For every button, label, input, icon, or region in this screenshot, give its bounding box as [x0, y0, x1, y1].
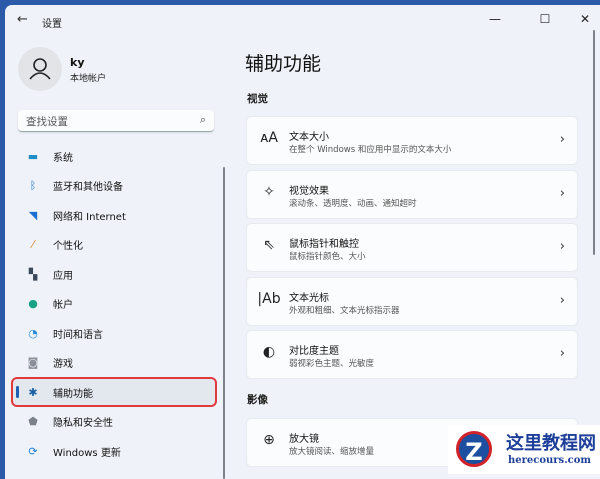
card-title: 鼠标指针和触控	[289, 239, 359, 250]
monitor-icon: ▬	[27, 149, 39, 163]
sidebar-scrollbar[interactable]	[223, 167, 225, 479]
selected-indicator	[16, 386, 19, 398]
sidebar-item-label: 应用	[53, 270, 73, 282]
minimize-button[interactable]: —	[480, 9, 510, 29]
chevron-right-icon: ›	[559, 239, 565, 254]
sidebar-item-1[interactable]: ᛒ 蓝牙和其他设备	[13, 173, 215, 199]
user-name: ky	[70, 56, 85, 69]
settings-card[interactable]: ᴀA 文本大小在整个 Windows 和应用中显示的文本大小 ›	[246, 116, 578, 165]
sidebar-item-label: 辅助功能	[53, 388, 93, 400]
card-subtitle: 鼠标指针颜色、大小	[289, 252, 366, 262]
search-icon: ⌕	[199, 113, 206, 126]
settings-card[interactable]: ◐ 对比度主题弱视彩色主题、光敏度 ›	[246, 330, 578, 379]
apps-icon: ▚	[28, 267, 38, 281]
sync-icon: ⟳	[28, 444, 38, 458]
settings-card[interactable]: |Ab 文本光标外观和粗细、文本光标指示器 ›	[246, 277, 578, 326]
chevron-right-icon: ›	[559, 186, 565, 201]
sidebar-item-4[interactable]: ▚ 应用	[13, 261, 215, 287]
card-subtitle: 放大镜阅读、缩放增量	[289, 447, 375, 457]
sidebar-item-label: Windows 更新	[53, 447, 121, 459]
sidebar-item-label: 隐私和安全性	[53, 418, 113, 429]
contrast-icon: ◐	[262, 344, 276, 360]
card-subtitle: 滚动条、透明度、动画、通知超时	[289, 199, 417, 209]
chevron-right-icon: ›	[559, 346, 565, 361]
watermark: Z 这里教程网 herecours.com	[448, 425, 600, 474]
sidebar-item-2[interactable]: ◥ 网络和 Internet	[13, 202, 215, 228]
watermark-logo: Z	[456, 431, 492, 467]
gamepad-icon: ◙	[27, 356, 39, 369]
settings-card[interactable]: ✧ 视觉效果滚动条、透明度、动画、通知超时 ›	[246, 170, 578, 219]
sidebar-item-label: 个性化	[53, 241, 83, 252]
wifi-icon: ◥	[28, 208, 38, 222]
search-input[interactable]: 查找设置 ⌕	[18, 110, 214, 132]
card-title: 视觉效果	[289, 186, 329, 197]
card-title: 文本光标	[289, 293, 329, 304]
sparkle-icon: ✧	[263, 184, 275, 200]
maximize-button[interactable]: ☐	[530, 9, 560, 29]
sidebar-item-label: 帐户	[53, 300, 73, 311]
chevron-right-icon: ›	[559, 132, 565, 147]
card-title: 放大镜	[289, 434, 319, 445]
sidebar-item-10[interactable]: ⟳ Windows 更新	[13, 438, 215, 464]
card-title: 对比度主题	[289, 346, 339, 357]
page-title: 辅助功能	[245, 53, 322, 75]
close-button[interactable]: ✕	[570, 9, 600, 29]
sidebar-item-label: 系统	[53, 152, 73, 164]
person-icon: ●	[28, 297, 38, 310]
main-scrollbar[interactable]	[593, 30, 595, 255]
sidebar-item-0[interactable]: ▬ 系统	[13, 143, 215, 169]
text-size-icon: ᴀA	[260, 130, 278, 146]
section-title: 视觉	[247, 93, 268, 105]
card-subtitle: 在整个 Windows 和应用中显示的文本大小	[289, 145, 452, 155]
chevron-right-icon: ›	[559, 293, 565, 308]
text-cursor-icon: |Ab	[257, 291, 281, 307]
brush-icon: ⁄	[32, 238, 34, 251]
magnifier-icon: ⊕	[263, 432, 275, 448]
watermark-name: 这里教程网	[506, 433, 596, 454]
accessibility-icon: ✱	[28, 385, 38, 399]
back-arrow-icon[interactable]: ←	[17, 12, 28, 27]
sidebar-item-8[interactable]: ✱ 辅助功能	[11, 377, 217, 407]
sidebar-item-3[interactable]: ⁄ 个性化	[13, 232, 215, 258]
settings-card[interactable]: ⇖ 鼠标指针和触控 鼠标指针颜色、大小 ›	[246, 223, 578, 272]
sidebar-item-7[interactable]: ◙ 游戏	[13, 350, 215, 376]
sidebar-item-9[interactable]: ⬟ 隐私和安全性	[13, 409, 215, 435]
avatar[interactable]	[18, 47, 62, 91]
sidebar-item-5[interactable]: ● 帐户	[13, 291, 215, 317]
person-icon	[29, 58, 51, 80]
bluetooth-icon: ᛒ	[29, 179, 37, 192]
search-placeholder: 查找设置	[26, 116, 68, 128]
sidebar-item-label: 游戏	[53, 359, 73, 370]
sidebar-item-6[interactable]: ◔ 时间和语言	[13, 320, 215, 346]
sidebar-item-label: 蓝牙和其他设备	[53, 182, 123, 193]
sidebar-item-label: 网络和 Internet	[53, 211, 126, 223]
watermark-url: herecours.com	[508, 455, 592, 466]
pointer-touch-icon: ⇖	[263, 237, 275, 253]
card-title: 文本大小	[289, 132, 329, 143]
settings-window: ← 设置 — ☐ ✕ ky 本地帐户 查找设置 ⌕ ▬ 系统 ᛒ 蓝牙和其他设备 ◥ 网络…	[5, 5, 600, 479]
card-subtitle: 外观和粗细、文本光标指示器	[289, 306, 400, 316]
shield-icon: ⬟	[28, 415, 38, 428]
section-title: 影像	[247, 394, 268, 406]
account-type: 本地帐户	[70, 74, 107, 84]
window-title: 设置	[42, 19, 62, 30]
globe-clock-icon: ◔	[28, 326, 38, 340]
sidebar-item-label: 时间和语言	[53, 329, 103, 341]
card-subtitle: 弱视彩色主题、光敏度	[289, 359, 375, 369]
